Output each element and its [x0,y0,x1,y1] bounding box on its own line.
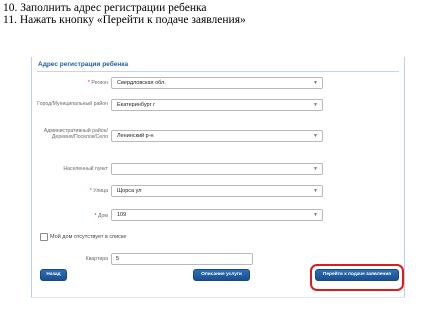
region-label: * Регион [87,80,108,86]
back-button[interactable]: Назад [40,269,67,281]
house-select[interactable]: 109 ▼ [111,209,323,221]
instruction-step-10: 10. Заполнить адрес регистрации ребенка [3,2,207,14]
district-label: Административный район/Деревня/Поселок/С… [43,128,108,140]
city-label: Город/Муниципальный район [37,101,108,107]
section-title: Адрес регистрации ребенка [38,61,129,68]
instruction-step-11: 11. Нажать кнопку «Перейти к подаче заяв… [3,14,246,26]
street-value: Щорса ул [117,188,142,194]
settlement-select[interactable]: ▼ [111,163,323,175]
section-divider [37,71,399,72]
house-label: * Дом [94,213,109,219]
registration-address-form: Адрес регистрации ребенка * Регион Сверд… [31,57,405,297]
proceed-button-highlight [310,264,404,291]
city-select[interactable]: Екатеринбург г ▼ [111,99,323,111]
apartment-label: Квартира [85,256,108,262]
chevron-down-icon: ▼ [313,212,318,218]
street-select[interactable]: Щорса ул ▼ [111,185,323,197]
panel-bottom-border [31,297,405,298]
instructions: 10. Заполнить адрес регистрации ребенка … [3,2,246,26]
settlement-label: Населенный пункт [63,166,108,172]
region-value: Свердловская обл. [117,80,166,86]
district-select[interactable]: Ленинский р-н ▼ [111,130,323,142]
chevron-down-icon: ▼ [313,102,318,108]
chevron-down-icon: ▼ [313,166,318,172]
house-missing-label: Мой дом отсутствует в списке [50,234,127,240]
service-description-button[interactable]: Описание услуги [193,269,250,281]
chevron-down-icon: ▼ [313,80,318,86]
district-value: Ленинский р-н [117,133,154,139]
chevron-down-icon: ▼ [313,133,318,139]
house-missing-checkbox[interactable] [40,233,48,241]
city-value: Екатеринбург г [117,102,156,108]
street-label: * Улица [89,188,108,194]
house-value: 109 [117,212,127,218]
apartment-input[interactable]: 5 [111,253,253,265]
chevron-down-icon: ▼ [313,188,318,194]
region-select[interactable]: Свердловская обл. ▼ [111,77,323,89]
